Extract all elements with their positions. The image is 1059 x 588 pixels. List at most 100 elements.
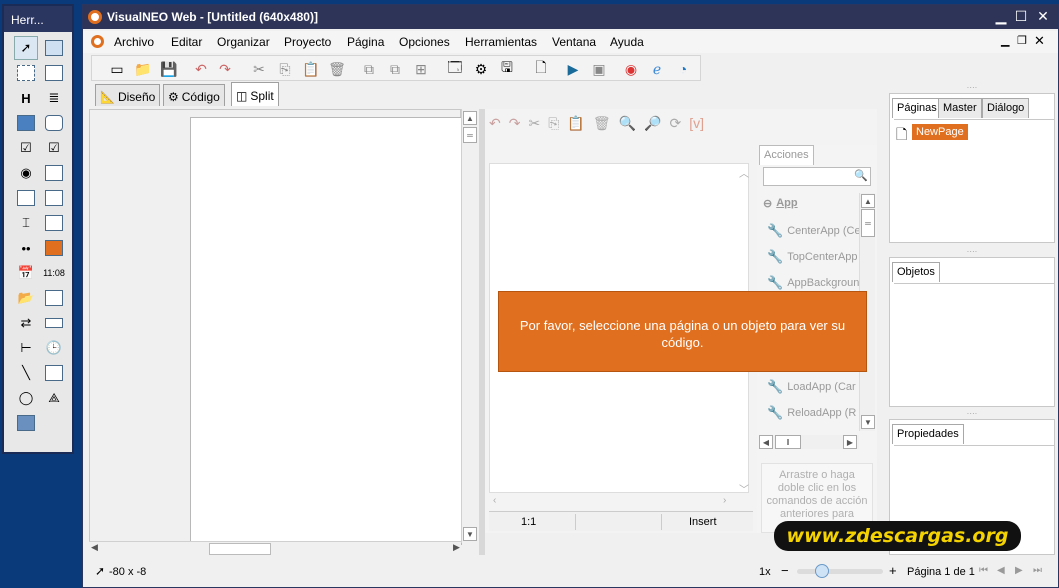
last-page-icon[interactable]: ⏭ [1033,565,1042,576]
panel-grip[interactable]: ···· [885,409,1059,418]
menu-ayuda[interactable]: Ayuda [610,35,644,49]
video-tool-icon[interactable] [14,411,38,435]
project-properties-icon[interactable]: 🗔 [444,58,466,80]
chrome-icon[interactable]: ◉ [620,58,642,80]
polygon-tool-icon[interactable]: ⟁ [42,386,66,410]
redo-icon[interactable]: ↷ [214,58,236,80]
menu-herramientas[interactable]: Herramientas [465,35,537,49]
prev-page-icon[interactable]: ◀ [997,565,1005,576]
ungroup-icon[interactable]: ⧉ [384,58,406,80]
group-icon[interactable]: ⧉ [358,58,380,80]
time-tool-icon[interactable]: 11:08 [42,261,66,285]
page-canvas[interactable] [190,117,462,545]
tab-objetos[interactable]: Objetos [892,262,940,282]
transfer-tool-icon[interactable]: ⇄ [14,311,38,335]
find-icon[interactable]: 🔍 [619,115,636,141]
circle-tool-icon[interactable]: ◯ [14,386,38,410]
code-scroll-up-icon[interactable]: ︿ [739,165,749,180]
code-scroll-down-icon[interactable]: ﹀ [739,481,749,496]
delete-icon[interactable]: 🗑 [326,58,348,80]
tab-acciones[interactable]: Acciones [759,145,814,165]
copy-icon[interactable]: ⎘ [274,58,296,80]
text-input-tool-icon[interactable]: ⌶ [14,211,38,235]
paste-icon[interactable]: 📋 [300,58,322,80]
tab-master[interactable]: Master [938,98,982,118]
color-tool-icon[interactable] [42,236,66,260]
zoom-in-icon[interactable]: + [889,563,897,578]
new-document-icon[interactable]: 🗋 [530,58,552,80]
preview-icon[interactable]: ▣ [588,58,610,80]
code-undo-icon[interactable]: ↶ [489,115,501,141]
cut-icon[interactable]: ✂ [248,58,270,80]
page-item-newpage[interactable]: NewPage [912,124,968,140]
select-area-tool-icon[interactable] [14,61,38,85]
menu-editar[interactable]: Editar [171,35,202,49]
code-redo-icon[interactable]: ↷ [509,115,521,141]
zoom-slider[interactable] [797,564,883,578]
actions-scroll-thumb[interactable]: ═ [861,209,875,237]
zoom-slider-thumb[interactable] [815,564,829,578]
actions-search-input[interactable]: 🔍 [763,167,871,186]
menu-archivo[interactable]: Archivo [114,35,154,49]
textarea-tool-icon[interactable] [42,186,66,210]
open-icon[interactable]: 📁 [132,58,154,80]
paragraph-tool-icon[interactable]: ≣ [42,86,66,110]
actions-scroll-up-icon[interactable]: ▲ [861,194,875,208]
close-icon[interactable]: ✕ [1033,8,1053,25]
panel-grip[interactable]: ···· [885,83,1059,92]
ie-icon[interactable]: ℯ [646,58,668,80]
mdi-minimize-icon[interactable]: ▁ [1001,34,1009,47]
menu-proyecto[interactable]: Proyecto [284,35,331,49]
action-item[interactable]: 🔧 LoadApp (Car [767,379,856,395]
actions-scroll-left-icon[interactable]: ◀ [759,435,773,449]
scroll-left-icon[interactable]: ◀ [91,542,98,553]
image-tool-icon[interactable] [14,111,38,135]
action-item[interactable]: 🔧 TopCenterApp [767,249,858,265]
password-tool-icon[interactable]: •• [14,236,38,260]
run-icon[interactable]: ▶ [562,58,584,80]
tab-paginas[interactable]: Páginas [892,98,942,118]
action-item[interactable]: 🔧 ReloadApp (R [767,405,856,421]
code-copy-icon[interactable]: ⎘ [548,115,559,141]
button-tool-icon[interactable] [42,111,66,135]
frame-tool-icon[interactable] [42,286,66,310]
container-tool-icon[interactable] [42,61,66,85]
find-next-icon[interactable]: 🔎 [644,115,661,141]
actions-hscroll[interactable]: ◀ ‖ ▶ [759,435,859,449]
clock-tool-icon[interactable]: 🕒 [42,336,66,360]
actions-hscroll-thumb[interactable]: ‖ [775,435,801,449]
menu-opciones[interactable]: Opciones [399,35,450,49]
form-tool-icon[interactable] [14,186,38,210]
replace-icon[interactable]: ⟳ [670,115,682,141]
code-cut-icon[interactable]: ✂ [528,115,540,141]
scroll-thumb[interactable]: ═ [463,127,477,143]
undo-icon[interactable]: ↶ [190,58,212,80]
design-hscroll[interactable]: ◀ ▶ [89,541,461,555]
category-app[interactable]: ⊖ App [763,197,798,210]
radio-tool-icon[interactable]: ◉ [14,161,38,185]
combo-tool-icon[interactable] [42,211,66,235]
minimize-icon[interactable]: ▁ [991,8,1011,25]
mdi-restore-icon[interactable]: ❐ [1017,34,1027,47]
line-tool-icon[interactable]: ╲ [14,361,38,385]
list-tool-icon[interactable] [42,161,66,185]
code-paste-icon[interactable]: 📋 [567,115,584,141]
folder-tool-icon[interactable]: 📂 [14,286,38,310]
calendar-tool-icon[interactable]: 📅 [14,261,38,285]
new-page-icon[interactable]: ▭ [106,58,128,80]
actions-scroll-down-icon[interactable]: ▼ [861,415,875,429]
checkbox-alt-tool-icon[interactable]: ☑ [42,136,66,160]
code-delete-icon[interactable]: 🗑 [593,115,611,141]
variable-icon[interactable]: [v] [689,115,704,141]
next-page-icon[interactable]: ▶ [1015,565,1023,576]
edge-icon[interactable]: ◔ [672,58,694,80]
shape-tool-icon[interactable] [42,361,66,385]
menu-ventana[interactable]: Ventana [552,35,596,49]
slider-tool-icon[interactable]: ⊢ [14,336,38,360]
code-scroll-right-icon[interactable]: › [723,495,726,506]
checkbox-tool-icon[interactable]: ☑ [14,136,38,160]
first-page-icon[interactable]: ⏮ [979,565,988,576]
tab-split[interactable]: ◫ Split [231,82,279,106]
menu-app-icon[interactable] [91,35,104,48]
tab-design[interactable]: 📐 Diseño [95,84,161,106]
